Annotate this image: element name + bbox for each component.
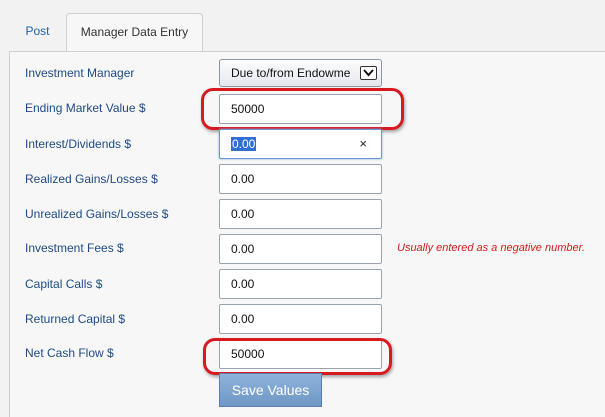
interest-dividends-value: 0.00	[231, 137, 257, 151]
returned-capital-label: Returned Capital $	[25, 312, 126, 326]
highlight-ending-market-value	[201, 88, 404, 130]
tab-post[interactable]: Post	[9, 13, 66, 51]
investment-fees-label: Investment Fees $	[25, 241, 124, 255]
realized-gains-input[interactable]: 0.00	[219, 164, 382, 194]
investment-fees-hint: Usually entered as a negative number.	[397, 242, 585, 254]
clear-icon[interactable]: ×	[359, 130, 367, 158]
interest-dividends-input[interactable]: 0.00 ×	[219, 129, 382, 159]
chevron-down-icon[interactable]	[360, 66, 377, 80]
unrealized-gains-label: Unrealized Gains/Losses $	[25, 207, 169, 221]
investment-manager-label: Investment Manager	[25, 66, 135, 80]
tab-manager-data-entry[interactable]: Manager Data Entry	[66, 13, 203, 52]
realized-gains-label: Realized Gains/Losses $	[25, 172, 158, 186]
net-cash-flow-label: Net Cash Flow $	[25, 346, 114, 360]
investment-manager-selected-value: Due to/from Endowme	[231, 66, 351, 80]
returned-capital-input[interactable]: 0.00	[219, 304, 382, 334]
capital-calls-input[interactable]: 0.00	[219, 269, 382, 299]
investment-fees-input[interactable]: 0.00	[219, 234, 382, 264]
interest-dividends-label: Interest/Dividends $	[25, 137, 132, 151]
unrealized-gains-input[interactable]: 0.00	[219, 199, 382, 229]
capital-calls-label: Capital Calls $	[25, 277, 103, 291]
highlight-net-cash-flow	[203, 338, 392, 375]
tab-bar: Post Manager Data Entry	[9, 13, 605, 52]
save-values-button[interactable]: Save Values	[219, 373, 322, 407]
ending-market-value-label: Ending Market Value $	[25, 101, 146, 115]
investment-manager-select[interactable]: Due to/from Endowme	[219, 59, 382, 87]
